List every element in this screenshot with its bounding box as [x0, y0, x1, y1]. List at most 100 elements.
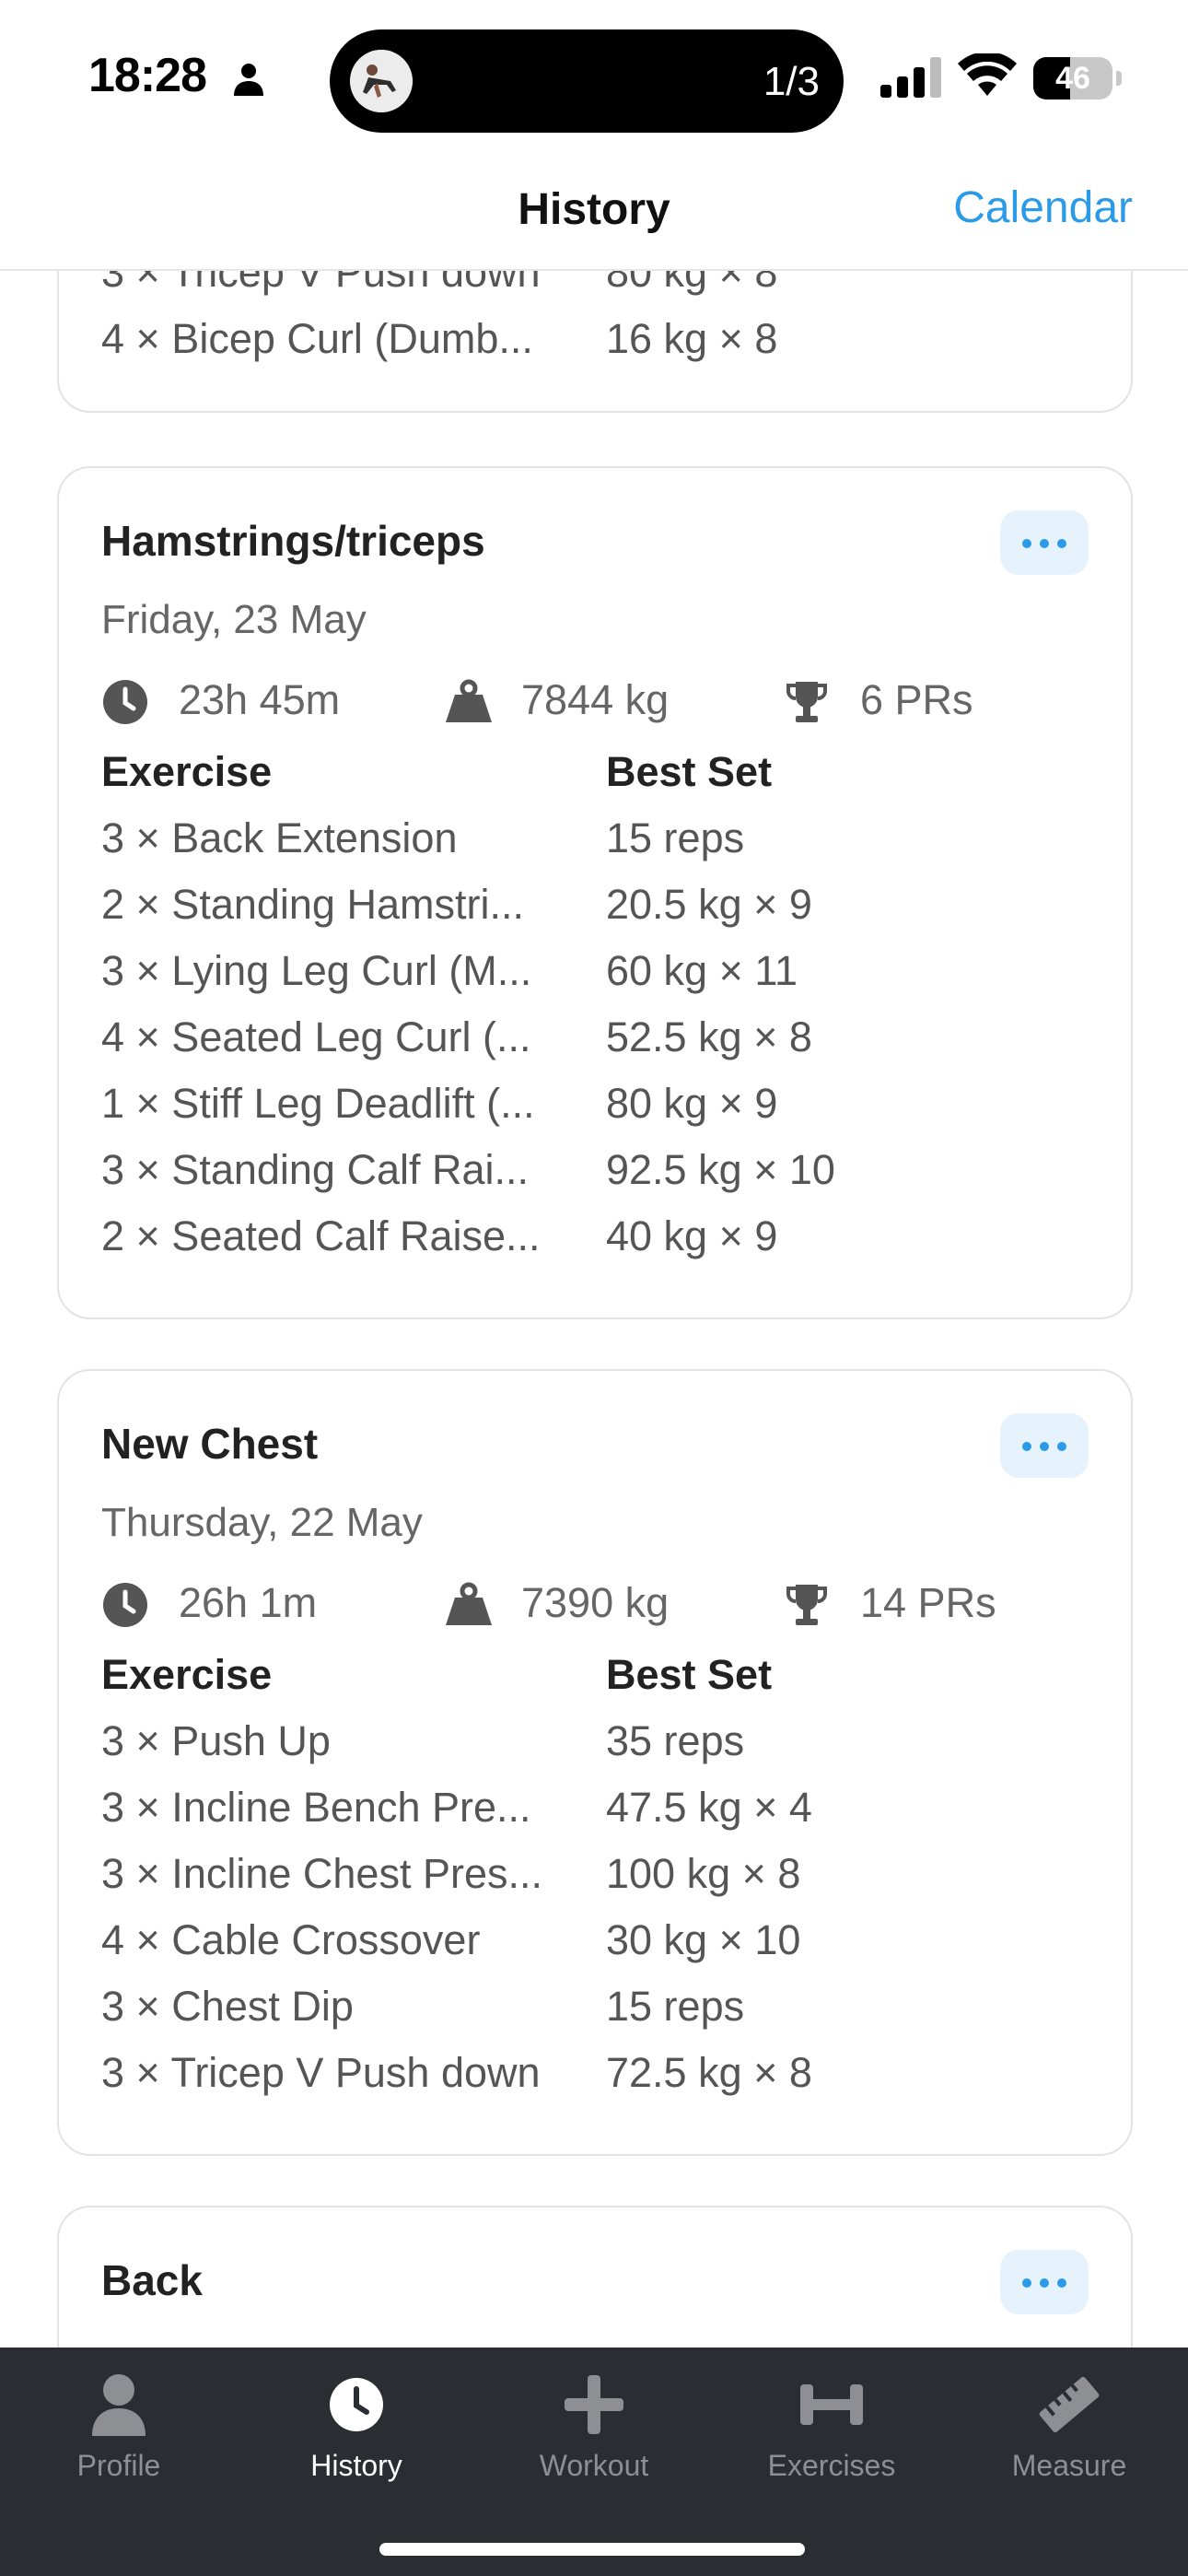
more-options-button[interactable] — [1000, 1413, 1089, 1478]
best-set: 80 kg × 9 — [606, 1080, 778, 1127]
exercise-name: 3 × Lying Leg Curl (M... — [101, 947, 532, 994]
calendar-button[interactable]: Calendar — [953, 182, 1133, 233]
best-set: 52.5 kg × 8 — [606, 1013, 812, 1060]
tab-label: Profile — [76, 2449, 161, 2482]
best-set-column-header: Best Set — [606, 748, 773, 795]
exercise-row: 3 × Incline Bench Pre... 47.5 kg × 4 — [101, 1784, 812, 1832]
table-header: Exercise Best Set — [101, 748, 772, 796]
home-indicator[interactable] — [379, 2543, 805, 2556]
ruler-icon — [1039, 2376, 1100, 2433]
best-set: 60 kg × 11 — [606, 947, 798, 994]
workout-avatar-icon — [350, 50, 413, 112]
exercise-column-header: Exercise — [101, 1651, 273, 1698]
exercise-column-header: Exercise — [101, 748, 273, 795]
prs-stat: 14 PRs — [783, 1575, 1059, 1631]
volume-stat: 7844 kg — [444, 673, 720, 728]
duration-value: 26h 1m — [179, 1579, 318, 1626]
tab-exercises[interactable]: Exercises — [713, 2371, 950, 2500]
tab-bar: Profile History Workout Exercises Measur… — [0, 2348, 1188, 2576]
workout-card[interactable]: New Chest Thursday, 22 May 26h 1m 7390 k… — [57, 1369, 1133, 2156]
dumbbell-icon — [800, 2384, 863, 2425]
best-set: 40 kg × 9 — [606, 1212, 778, 1259]
best-set-column-header: Best Set — [606, 1651, 773, 1698]
exercise-name: 3 × Incline Bench Pre... — [101, 1784, 531, 1831]
tab-label: Measure — [1011, 2449, 1127, 2482]
tab-label: Exercises — [767, 2449, 896, 2482]
workout-title: Hamstrings/triceps — [101, 517, 485, 565]
tab-history[interactable]: History — [238, 2371, 475, 2500]
best-set: 92.5 kg × 10 — [606, 1146, 835, 1193]
clock-icon — [330, 2378, 383, 2431]
clock-icon — [103, 680, 147, 724]
person-icon — [234, 64, 263, 96]
workout-card[interactable]: Back — [57, 2206, 1133, 2348]
exercise-name: 4 × Seated Leg Curl (... — [101, 1013, 531, 1060]
tab-label: Workout — [539, 2449, 649, 2482]
dynamic-island[interactable]: 1/3 — [330, 29, 844, 133]
tab-workout[interactable]: Workout — [475, 2371, 713, 2500]
exercise-row: 3 × Incline Chest Pres... 100 kg × 8 — [101, 1850, 800, 1898]
profile-icon — [92, 2374, 146, 2436]
best-set: 20.5 kg × 9 — [606, 881, 812, 928]
trophy-icon — [786, 1585, 827, 1625]
exercise-name: 3 × Tricep V Push down — [101, 269, 541, 296]
exercise-name: 4 × Cable Crossover — [101, 1916, 481, 1963]
exercise-row: 3 × Chest Dip 15 reps — [101, 1983, 744, 2031]
best-set: 15 reps — [606, 1983, 745, 2030]
battery-level: 46 — [1055, 61, 1090, 96]
duration-stat: 23h 45m — [101, 673, 378, 728]
duration-stat: 26h 1m — [101, 1575, 378, 1631]
workout-title: Back — [101, 2256, 203, 2304]
cellular-signal-icon — [880, 57, 941, 98]
tab-profile[interactable]: Profile — [0, 2371, 238, 2500]
weight-icon — [446, 1582, 492, 1625]
best-set: 72.5 kg × 8 — [606, 2049, 812, 2096]
clock-icon — [103, 1583, 147, 1627]
exercise-name: 1 × Stiff Leg Deadlift (... — [101, 1080, 535, 1127]
table-header: Exercise Best Set — [101, 1651, 772, 1699]
tab-measure[interactable]: Measure — [950, 2371, 1188, 2500]
exercise-row: 2 × Standing Hamstri... 20.5 kg × 9 — [101, 881, 812, 929]
best-set: 16 kg × 8 — [606, 315, 778, 362]
plus-icon — [565, 2375, 623, 2434]
exercise-row: 1 × Stiff Leg Deadlift (... 80 kg × 9 — [101, 1080, 777, 1128]
volume-value: 7390 kg — [521, 1579, 670, 1626]
exercise-row: 3 × Standing Calf Rai... 92.5 kg × 10 — [101, 1146, 835, 1194]
prs-value: 6 PRs — [860, 676, 973, 723]
workout-title: New Chest — [101, 1420, 319, 1468]
status-bar: 18:28 1/3 46 — [0, 0, 1188, 157]
nav-bar: History Calendar — [0, 157, 1188, 271]
exercise-row: 3 × Back Extension 15 reps — [101, 814, 744, 862]
best-set: 15 reps — [606, 814, 745, 861]
more-options-button[interactable] — [1000, 510, 1089, 575]
best-set: 100 kg × 8 — [606, 1850, 801, 1897]
history-list[interactable]: 3 × Tricep V Push down 80 kg × 8 4 × Bic… — [0, 269, 1188, 2348]
exercise-name: 3 × Standing Calf Rai... — [101, 1146, 530, 1193]
workout-card-partial[interactable]: 3 × Tricep V Push down 80 kg × 8 4 × Bic… — [57, 269, 1133, 413]
exercise-name: 3 × Tricep V Push down — [101, 2049, 541, 2096]
workout-card[interactable]: Hamstrings/triceps Friday, 23 May 23h 45… — [57, 466, 1133, 1319]
exercise-row: 4 × Cable Crossover 30 kg × 10 — [101, 1916, 800, 1964]
exercise-row: 3 × Tricep V Push down 80 kg × 8 — [101, 269, 777, 297]
exercise-row: 3 × Tricep V Push down 72.5 kg × 8 — [101, 2049, 812, 2097]
prs-stat: 6 PRs — [783, 673, 1059, 728]
exercise-row: 2 × Seated Calf Raise... 40 kg × 9 — [101, 1212, 777, 1260]
more-options-button[interactable] — [1000, 2250, 1089, 2314]
exercise-row: 3 × Lying Leg Curl (M... 60 kg × 11 — [101, 947, 798, 995]
exercise-name: 2 × Seated Calf Raise... — [101, 1212, 541, 1259]
best-set: 47.5 kg × 4 — [606, 1784, 812, 1831]
best-set: 80 kg × 8 — [606, 269, 778, 296]
exercise-row: 4 × Bicep Curl (Dumb... 16 kg × 8 — [101, 315, 777, 363]
weight-icon — [446, 679, 492, 722]
battery-icon: 46 — [1033, 57, 1124, 100]
exercise-row: 4 × Seated Leg Curl (... 52.5 kg × 8 — [101, 1013, 812, 1061]
trophy-icon — [786, 682, 827, 722]
status-time: 18:28 — [88, 49, 207, 102]
exercise-name: 3 × Push Up — [101, 1717, 331, 1764]
exercise-name: 4 × Bicep Curl (Dumb... — [101, 315, 533, 362]
duration-value: 23h 45m — [179, 676, 341, 723]
exercise-name: 3 × Back Extension — [101, 814, 458, 861]
best-set: 30 kg × 10 — [606, 1916, 801, 1963]
activity-count: 1/3 — [763, 59, 820, 104]
prs-value: 14 PRs — [860, 1579, 996, 1626]
